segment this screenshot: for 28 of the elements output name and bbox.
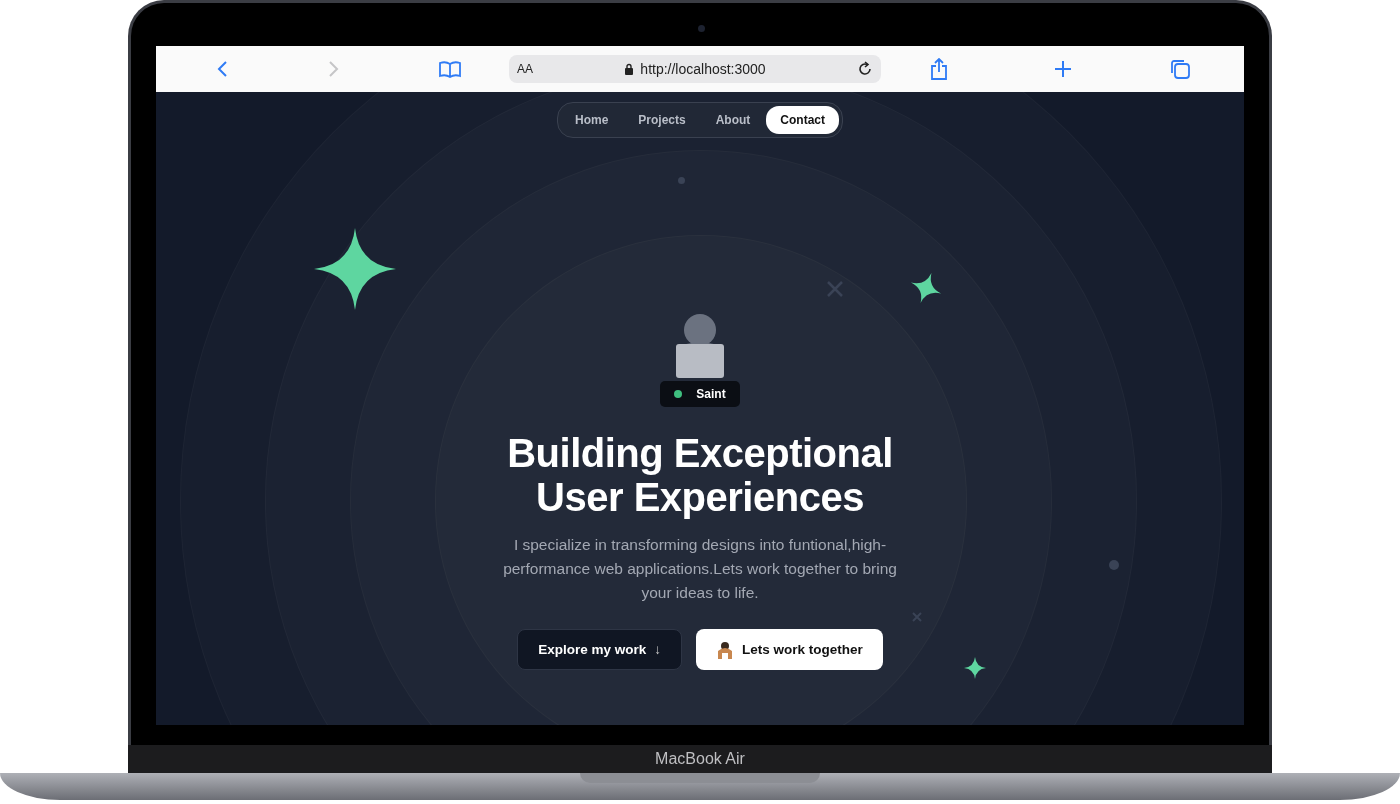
lock-icon [624, 63, 635, 75]
cross-icon [826, 280, 844, 298]
device-label: MacBook Air [128, 745, 1272, 773]
nav-link[interactable]: About [701, 106, 765, 134]
camera-icon [698, 25, 705, 32]
cross-icon [912, 612, 922, 622]
contact-button[interactable]: Lets work together [696, 629, 883, 670]
back-icon[interactable] [216, 60, 228, 78]
share-icon[interactable] [930, 58, 948, 80]
nav-link[interactable]: Home [561, 106, 623, 134]
user-name: Saint [696, 387, 726, 401]
hero-subtitle: I specialize in transforming designs into funtional,high-performance web applications.Lets work together to bring your ideas to life. [502, 535, 898, 603]
book-icon[interactable] [439, 60, 461, 78]
tabs-icon[interactable] [1170, 59, 1190, 79]
dot-icon [678, 177, 685, 184]
sparkle-icon [314, 228, 396, 310]
text-size-button[interactable]: AA [517, 62, 533, 76]
nav-link[interactable]: Projects [624, 106, 700, 134]
reload-icon[interactable] [857, 61, 873, 77]
sparkle-icon [910, 272, 942, 304]
address-bar[interactable]: AA http://localhost:3000 [509, 55, 881, 83]
explore-button[interactable]: Explore my work ↓ [517, 629, 682, 670]
url-text: http://localhost:3000 [640, 61, 766, 77]
nav-link[interactable]: Contact [766, 106, 839, 134]
hero-heading: Building Exceptional User Experiences [506, 431, 894, 519]
plus-icon[interactable] [1054, 60, 1072, 78]
sparkle-icon [964, 657, 986, 679]
dot-icon [1109, 560, 1119, 570]
